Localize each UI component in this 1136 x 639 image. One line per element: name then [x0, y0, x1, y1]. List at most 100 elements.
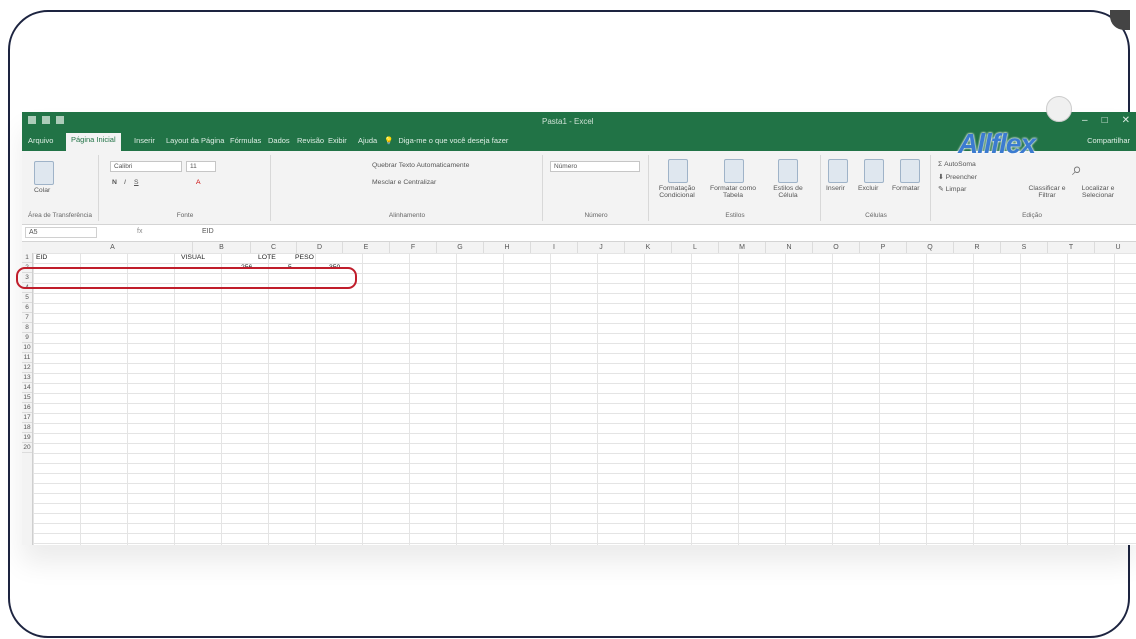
column-header[interactable]: C [251, 242, 297, 253]
column-header[interactable]: I [531, 242, 578, 253]
styles-group: Formatação Condicional Formatar como Tab… [650, 155, 821, 221]
row-header[interactable]: 5 [22, 293, 32, 303]
tab-exibir[interactable]: Exibir [328, 136, 347, 145]
clear-label: Limpar [945, 186, 967, 193]
row-header[interactable]: 19 [22, 433, 32, 443]
tab-ajuda[interactable]: Ajuda [358, 136, 377, 145]
row-header[interactable]: 16 [22, 403, 32, 413]
row-header[interactable]: 7 [22, 313, 32, 323]
formula-input[interactable]: EID [202, 228, 214, 235]
delete-cells-icon[interactable] [864, 159, 884, 183]
find-select-button[interactable]: Localizar e Selecionar [1072, 185, 1124, 199]
conditional-format-label[interactable]: Formatação Condicional [652, 185, 702, 199]
row-header[interactable]: 18 [22, 423, 32, 433]
column-header[interactable]: K [625, 242, 672, 253]
fx-icon[interactable]: fx [137, 228, 142, 235]
maximize-icon[interactable]: □ [1102, 115, 1108, 126]
tab-inserir[interactable]: Inserir [134, 136, 155, 145]
column-header[interactable]: S [1001, 242, 1048, 253]
tab-dados[interactable]: Dados [268, 136, 290, 145]
row-header[interactable]: 1 [22, 253, 32, 263]
column-header[interactable]: J [578, 242, 625, 253]
redo-icon[interactable] [56, 116, 64, 124]
column-header[interactable]: L [672, 242, 719, 253]
tab-pagina-inicial[interactable]: Página Inicial [66, 133, 121, 151]
cell-grid[interactable]: EID VISUAL LOTE PESO 256 5 350 [33, 253, 1136, 545]
cell-styles-icon[interactable] [778, 159, 798, 183]
column-header[interactable]: Q [907, 242, 954, 253]
cell-b1[interactable]: VISUAL [181, 253, 205, 263]
row-header[interactable]: 10 [22, 343, 32, 353]
row-header[interactable]: 17 [22, 413, 32, 423]
fill-label: Preencher [945, 174, 977, 181]
row-header[interactable]: 15 [22, 393, 32, 403]
row-header[interactable]: 20 [22, 443, 32, 453]
bold-button[interactable]: N [112, 179, 117, 186]
column-header[interactable]: P [860, 242, 907, 253]
format-table-icon[interactable] [724, 159, 744, 183]
column-header[interactable]: T [1048, 242, 1095, 253]
cell-d1[interactable]: PESO [295, 253, 314, 263]
window-title: Pasta1 - Excel [542, 117, 594, 126]
font-color-icon[interactable]: A [196, 179, 201, 186]
tab-formulas[interactable]: Fórmulas [230, 136, 261, 145]
column-header[interactable]: O [813, 242, 860, 253]
tell-me-box[interactable]: 💡 Diga-me o que você deseja fazer [384, 136, 508, 145]
cells-group: Inserir Excluir Formatar Células [822, 155, 931, 221]
underline-button[interactable]: S [134, 179, 139, 186]
column-header[interactable]: E [343, 242, 390, 253]
row-header[interactable]: 6 [22, 303, 32, 313]
tab-revisao[interactable]: Revisão [297, 136, 324, 145]
row-headers: 1 2 3 4 5 6 7 8 9 10 11 12 13 14 15 16 17 18 19 20 [22, 253, 33, 545]
paste-label[interactable]: Colar [34, 187, 50, 194]
number-format-select[interactable]: Número [550, 161, 640, 172]
conditional-format-icon[interactable] [668, 159, 688, 183]
minimize-icon[interactable]: – [1082, 115, 1088, 126]
undo-icon[interactable] [42, 116, 50, 124]
column-header[interactable]: U [1095, 242, 1136, 253]
format-cells-icon[interactable] [900, 159, 920, 183]
column-header[interactable]: F [390, 242, 437, 253]
delete-cells-label[interactable]: Excluir [858, 185, 878, 192]
italic-button[interactable]: I [124, 179, 126, 186]
merge-center-button[interactable]: Mesclar e Centralizar [372, 179, 436, 186]
clear-button[interactable]: ✎ Limpar [938, 185, 966, 193]
row-header[interactable]: 13 [22, 373, 32, 383]
sort-filter-button[interactable]: Classificar e Filtrar [1024, 185, 1070, 199]
autosum-button[interactable]: Σ AutoSoma [938, 161, 976, 168]
row-header[interactable]: 12 [22, 363, 32, 373]
row-header[interactable]: 14 [22, 383, 32, 393]
format-cells-label[interactable]: Formatar [892, 185, 920, 192]
column-header[interactable]: H [484, 242, 531, 253]
row-header[interactable]: 9 [22, 333, 32, 343]
fill-button[interactable]: ⬇ Preencher [938, 173, 977, 181]
column-header[interactable]: G [437, 242, 484, 253]
cell-styles-label[interactable]: Estilos de Célula [764, 185, 812, 199]
tab-arquivo[interactable]: Arquivo [28, 136, 53, 145]
row-header[interactable]: 8 [22, 323, 32, 333]
insert-cells-icon[interactable] [828, 159, 848, 183]
close-icon[interactable]: ✕ [1122, 115, 1130, 126]
wrap-text-button[interactable]: Quebrar Texto Automaticamente [372, 162, 469, 169]
column-header[interactable]: N [766, 242, 813, 253]
insert-cells-label[interactable]: Inserir [826, 185, 845, 192]
ribbon: Colar Área de Transferência Calibri 11 N… [22, 151, 1136, 225]
cell-a1[interactable]: EID [36, 253, 47, 263]
cell-c1[interactable]: LOTE [258, 253, 276, 263]
tab-layout[interactable]: Layout da Página [166, 136, 224, 145]
column-header[interactable]: R [954, 242, 1001, 253]
magnifier-icon[interactable]: ⌕ [1072, 159, 1082, 180]
format-table-label[interactable]: Formatar como Tabela [706, 185, 760, 199]
column-header[interactable]: D [297, 242, 343, 253]
font-name-select[interactable]: Calibri [110, 161, 182, 172]
paste-icon[interactable] [34, 161, 54, 185]
row-header[interactable]: 11 [22, 353, 32, 363]
font-size-select[interactable]: 11 [186, 161, 216, 172]
save-icon[interactable] [28, 116, 36, 124]
column-header[interactable]: A [33, 242, 193, 253]
name-box[interactable]: A5 [25, 227, 97, 238]
quick-access-toolbar [28, 116, 64, 124]
share-button[interactable]: Compartilhar [1087, 136, 1130, 145]
column-header[interactable]: B [193, 242, 251, 253]
column-header[interactable]: M [719, 242, 766, 253]
